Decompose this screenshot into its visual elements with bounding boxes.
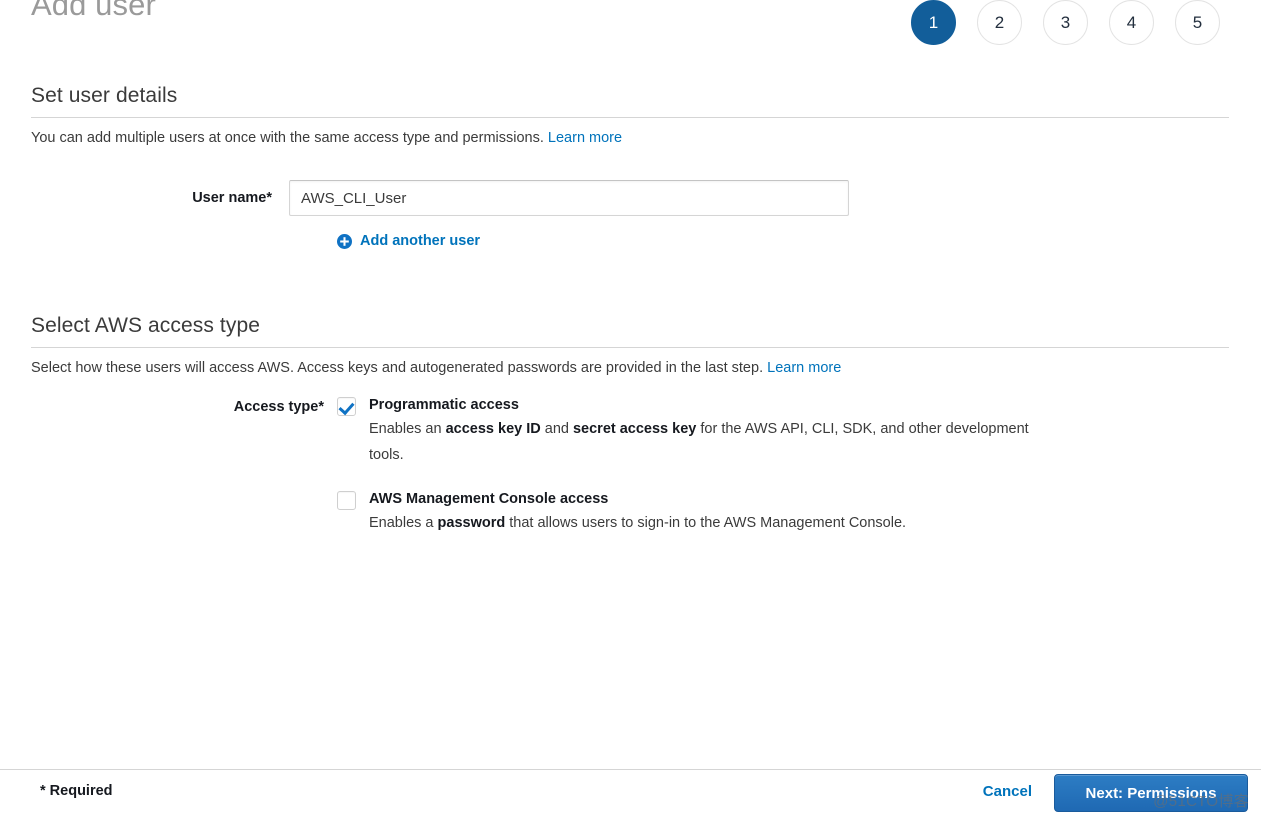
console-access-title: AWS Management Console access (369, 491, 609, 507)
step-indicator-3[interactable]: 3 (1043, 0, 1088, 45)
required-note: * Required (40, 783, 113, 799)
console-access-checkbox[interactable] (337, 491, 356, 510)
programmatic-access-desc-bold1: access key ID (445, 421, 541, 437)
step-indicator: 1 2 3 4 5 (911, 0, 1220, 45)
console-access-body: AWS Management Console access Enables a … (356, 489, 906, 536)
add-another-user-label: Add another user (360, 233, 481, 249)
step-indicator-3-label: 3 (1060, 12, 1071, 32)
step-indicator-5-label: 5 (1192, 12, 1203, 32)
step-indicator-2[interactable]: 2 (977, 0, 1022, 45)
programmatic-access-desc-part2: and (540, 421, 573, 437)
programmatic-access-desc-bold2: secret access key (572, 421, 697, 437)
add-another-user-button[interactable]: Add another user (337, 233, 480, 249)
learn-more-link-user-details[interactable]: Learn more (548, 130, 622, 146)
add-user-wizard-page: Add user 1 2 3 4 5 Set user details You … (0, 0, 1261, 815)
step-indicator-5[interactable]: 5 (1175, 0, 1220, 45)
step-indicator-1-label: 1 (928, 12, 939, 32)
select-access-type-description: Select how these users will access AWS. … (31, 348, 1229, 378)
access-type-label: Access type* (233, 399, 324, 415)
wizard-header: Add user 1 2 3 4 5 (0, 0, 1261, 48)
set-user-details-description: You can add multiple users at once with … (31, 118, 1229, 148)
set-user-details-heading: Set user details (31, 84, 178, 107)
next-permissions-button[interactable]: Next: Permissions (1054, 774, 1248, 812)
access-type-option-programmatic: Programmatic access Enables an access ke… (337, 395, 1077, 468)
learn-more-link-access-type[interactable]: Learn more (767, 360, 841, 376)
user-name-row: User name* (0, 180, 849, 216)
select-access-type-description-text: Select how these users will access AWS. … (31, 360, 764, 376)
plus-circle-icon (337, 233, 352, 249)
select-access-type-section: Select AWS access type Select how these … (31, 314, 1229, 378)
console-access-desc-part2: that allows users to sign-in to the AWS … (505, 515, 907, 531)
programmatic-access-checkbox[interactable] (337, 397, 356, 416)
access-type-options: Programmatic access Enables an access ke… (337, 395, 1077, 557)
set-user-details-section: Set user details You can add multiple us… (31, 84, 1229, 148)
user-name-label: User name* (192, 190, 272, 206)
access-type-option-console: AWS Management Console access Enables a … (337, 489, 1077, 536)
console-access-description: Enables a password that allows users to … (369, 510, 906, 536)
wizard-footer: * Required Cancel Next: Permissions @51C… (0, 769, 1261, 815)
step-indicator-1[interactable]: 1 (911, 0, 956, 45)
set-user-details-description-text: You can add multiple users at once with … (31, 130, 544, 146)
page-title: Add user (31, 0, 156, 22)
programmatic-access-description: Enables an access key ID and secret acce… (369, 416, 1029, 468)
step-indicator-4[interactable]: 4 (1109, 0, 1154, 45)
console-access-desc-part1: Enables a (369, 515, 438, 531)
programmatic-access-desc-part1: Enables an (369, 421, 446, 437)
user-name-input[interactable] (289, 180, 849, 216)
step-indicator-4-label: 4 (1126, 12, 1137, 32)
programmatic-access-title: Programmatic access (369, 397, 519, 413)
programmatic-access-body: Programmatic access Enables an access ke… (356, 395, 1029, 468)
select-access-type-heading: Select AWS access type (31, 314, 261, 337)
cancel-button[interactable]: Cancel (983, 783, 1032, 800)
console-access-desc-bold1: password (437, 515, 506, 531)
step-indicator-2-label: 2 (994, 12, 1005, 32)
